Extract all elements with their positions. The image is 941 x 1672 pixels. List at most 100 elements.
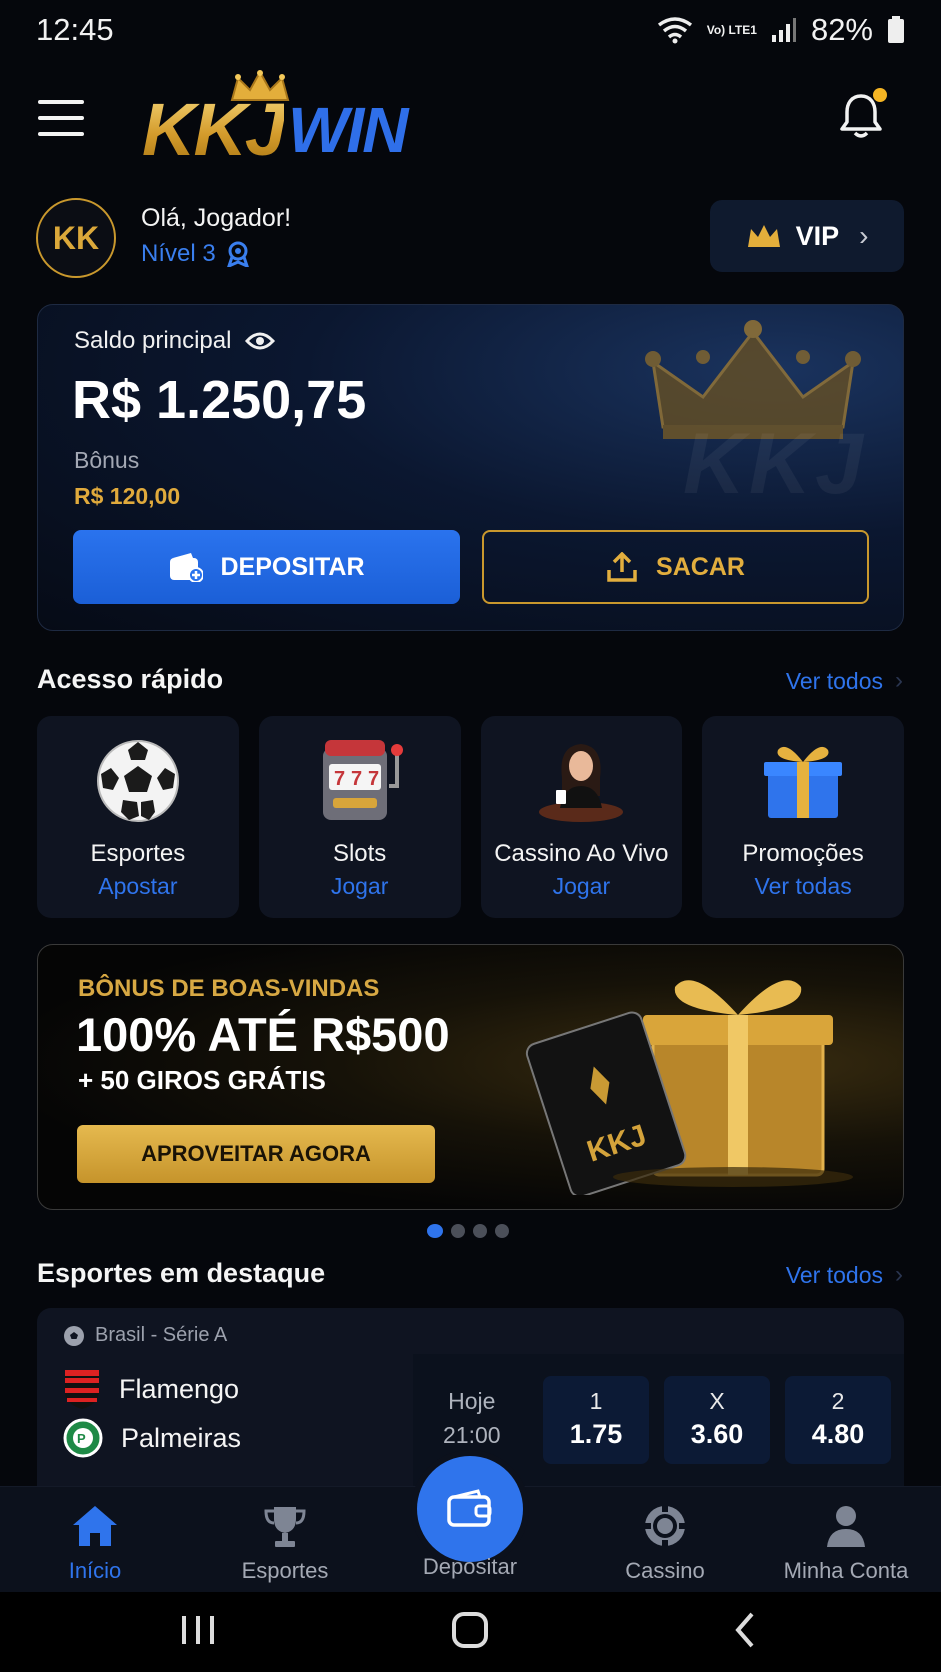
promo-tag: BÔNUS DE BOAS-VINDAS [78, 975, 380, 1002]
quick-card-action: Jogar [552, 873, 611, 899]
league-row: Brasil - Série A [63, 1324, 227, 1347]
casino-chip-icon [645, 1506, 685, 1546]
home-icon [73, 1506, 117, 1546]
wallet-icon [447, 1489, 492, 1527]
quick-card-action: Ver todas [754, 873, 852, 899]
quick-card-sports[interactable]: Esportes Apostar [37, 716, 239, 918]
network-type: Vo) LTE1 [706, 23, 757, 37]
carousel-dot[interactable] [495, 1224, 509, 1238]
live-dealer-icon [539, 744, 624, 822]
notification-bell-icon[interactable] [839, 88, 887, 140]
nav-casino[interactable]: Cassino [575, 1487, 755, 1593]
trophy-icon [264, 1507, 306, 1547]
back-icon[interactable] [726, 1610, 766, 1650]
quick-card-title: Cassino Ao Vivo [494, 840, 669, 867]
home-team-name: Flamengo [119, 1373, 240, 1404]
svg-text:7: 7 [351, 768, 362, 790]
hamburger-menu-icon[interactable] [38, 100, 84, 136]
carousel-dot[interactable] [427, 1224, 443, 1238]
nav-label: Minha Conta [783, 1558, 909, 1583]
vip-button[interactable]: VIP › [710, 200, 904, 272]
wallet-plus-icon [169, 553, 203, 582]
home-button-icon[interactable] [450, 1610, 490, 1650]
carousel-indicator [427, 1224, 509, 1238]
vip-label: VIP [795, 220, 840, 251]
promo-cta-button[interactable]: APROVEITAR AGORA [77, 1125, 435, 1183]
soccer-ball-icon [64, 1325, 84, 1346]
league-name: Brasil - Série A [95, 1324, 228, 1346]
quick-card-action: Jogar [330, 873, 389, 899]
greeting-text: Olá, Jogador! [141, 204, 292, 232]
quick-card-title: Promoções [742, 840, 864, 867]
slot-machine-icon: 7 7 7 [322, 740, 403, 820]
avatar[interactable]: KK [36, 198, 116, 278]
nav-label: Esportes [241, 1558, 329, 1583]
withdraw-button[interactable]: SACAR [482, 530, 869, 604]
bonus-label: Bônus [74, 447, 140, 473]
balance-card: KKJ Saldo principal R$ 1.250,75 Bônus R$… [37, 304, 904, 631]
profile-row: KK Olá, Jogador! Nível 3 VIP › [36, 196, 904, 278]
promo-subtitle: + 50 GIROS GRÁTIS [78, 1065, 326, 1095]
quick-card-title: Esportes [90, 840, 186, 867]
balance-label-row: Saldo principal [74, 327, 276, 355]
carousel-dot[interactable] [473, 1224, 487, 1238]
battery-percent: 82% [810, 12, 873, 47]
logo-crown-icon [230, 70, 290, 101]
crown-icon [747, 225, 780, 247]
balance-value: R$ 1.250,75 [72, 370, 367, 430]
odd-away-button[interactable]: 2 4.80 [785, 1376, 891, 1464]
user-icon [827, 1506, 865, 1547]
system-navigation-bar [0, 1592, 941, 1672]
quick-card-action: Apostar [98, 873, 178, 899]
upload-icon [607, 552, 637, 582]
home-team: Flamengo [63, 1368, 239, 1410]
svg-text:P: P [77, 1431, 86, 1446]
recent-apps-icon[interactable] [178, 1610, 218, 1650]
flamengo-crest-icon [65, 1370, 99, 1409]
quick-access-see-all[interactable]: Ver todos › [786, 667, 903, 695]
badge-icon [226, 241, 249, 267]
quick-card-title: Slots [332, 840, 387, 867]
deposit-button[interactable]: DEPOSITAR [73, 530, 460, 604]
battery-icon [888, 16, 904, 43]
odd-home-button[interactable]: 1 1.75 [543, 1376, 649, 1464]
status-bar: 12:45 Vo) LTE1 82% [0, 0, 941, 60]
wifi-icon [657, 17, 692, 44]
nav-label-deposit: Depositar [422, 1554, 518, 1579]
quick-card-promotions[interactable]: Promoções Ver todas [702, 716, 904, 918]
eye-icon[interactable] [245, 331, 276, 351]
nav-home[interactable]: Início [5, 1487, 185, 1593]
svg-text:7: 7 [334, 768, 345, 790]
carousel-dot[interactable] [451, 1224, 465, 1238]
app-header: KKJ WIN [0, 70, 941, 170]
promo-headline: 100% ATÉ R$500 [76, 1008, 450, 1061]
bonus-value: R$ 120,00 [74, 483, 181, 509]
away-team: P Palmeiras [63, 1418, 241, 1458]
nav-label: Início [68, 1558, 122, 1583]
chevron-right-icon: › [895, 1261, 903, 1288]
gift-box-card-illustration: KKJ [525, 980, 853, 1195]
quick-card-slots[interactable]: 7 7 7 Slots Jogar [258, 716, 461, 918]
nav-sports[interactable]: Esportes [195, 1487, 375, 1593]
level-label: Nível 3 [141, 240, 216, 267]
status-icons: Vo) LTE1 82% [657, 12, 905, 48]
match-time: Hoje 21:00 [443, 1388, 501, 1448]
quick-access-grid: Esportes Apostar 7 7 7 Slots Jogar Cassi… [37, 716, 904, 918]
odd-draw-button[interactable]: X 3.60 [664, 1376, 770, 1464]
nav-label: Cassino [625, 1558, 705, 1583]
withdraw-label: SACAR [656, 552, 745, 581]
quick-access-title: Acesso rápido [37, 664, 224, 694]
welcome-bonus-banner[interactable]: KKJ BÔNUS DE BOAS-VINDAS 100% ATÉ R$500 … [37, 944, 904, 1210]
notification-badge [873, 88, 887, 102]
away-team-name: Palmeiras [121, 1422, 242, 1453]
deposit-fab-button[interactable] [417, 1456, 523, 1562]
palmeiras-crest-icon: P [63, 1418, 103, 1458]
player-level[interactable]: Nível 3 [141, 240, 250, 268]
clock: 12:45 [36, 12, 114, 47]
balance-label: Saldo principal [74, 327, 232, 354]
signal-icon [771, 18, 796, 42]
quick-card-live-casino[interactable]: Cassino Ao Vivo Jogar [480, 716, 683, 918]
nav-account[interactable]: Minha Conta [756, 1487, 936, 1593]
chevron-right-icon: › [859, 220, 869, 251]
featured-sports-see-all[interactable]: Ver todos › [786, 1261, 903, 1289]
